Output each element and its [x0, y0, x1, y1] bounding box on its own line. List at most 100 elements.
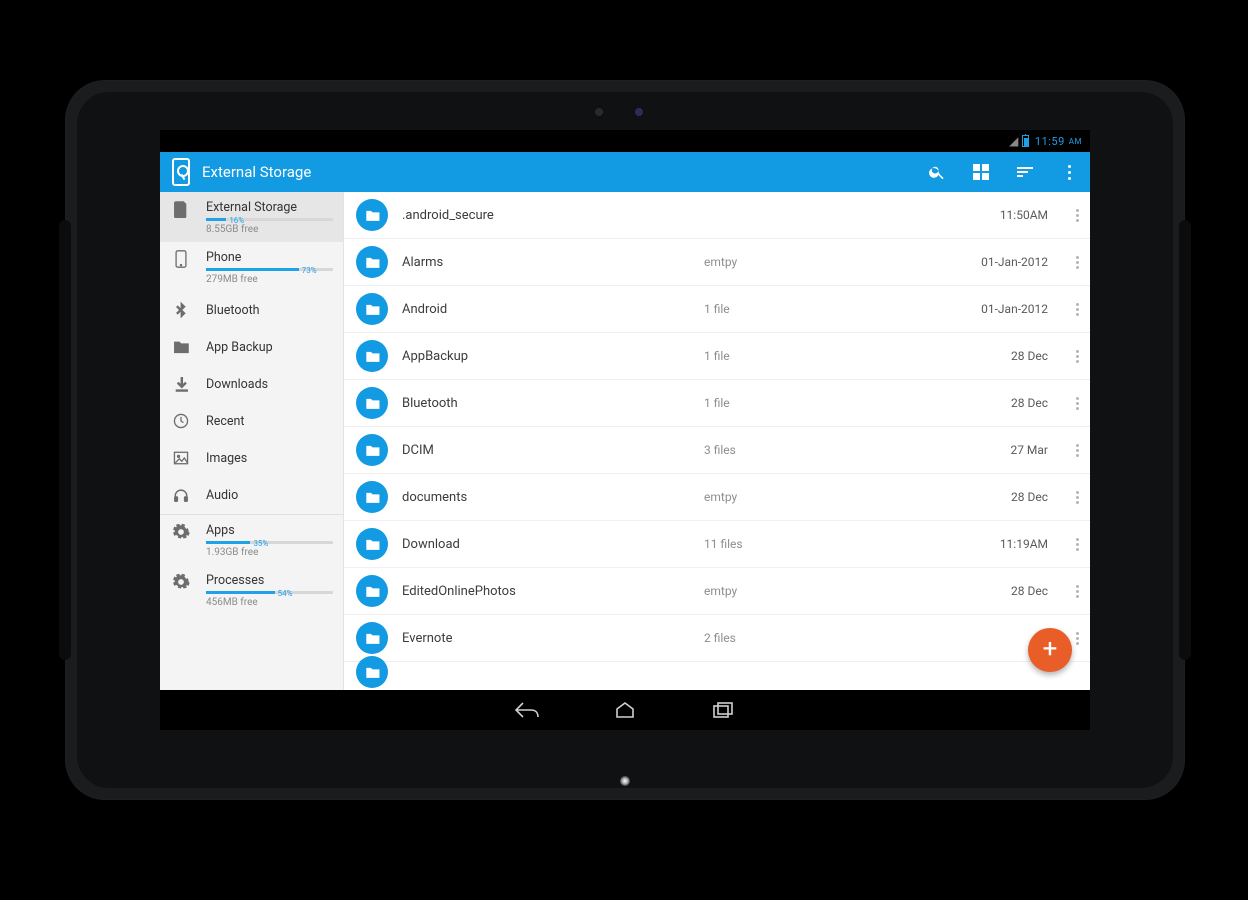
folder-solid-icon [170, 338, 192, 356]
status-time: 11:59 [1035, 135, 1065, 148]
headphones-icon [170, 486, 192, 504]
file-date: 28 Dec [878, 396, 1050, 410]
sidebar-item-apps[interactable]: Apps 35% 1.93GB free [160, 515, 343, 565]
file-name: Bluetooth [402, 396, 690, 411]
file-row[interactable]: EditedOnlinePhotosemtpy28 Dec [344, 568, 1090, 615]
row-overflow-button[interactable] [1064, 491, 1090, 504]
row-overflow-button[interactable] [1064, 209, 1090, 222]
file-name: Android [402, 302, 690, 317]
storage-progress: 35% [206, 541, 333, 544]
sidebar-item-downloads[interactable]: Downloads [160, 366, 343, 403]
app-bar: External Storage [160, 152, 1090, 192]
file-date: 11:19AM [878, 537, 1050, 551]
sidebar-item-processes[interactable]: Processes 54% 456MB free [160, 565, 343, 615]
folder-icon [356, 622, 388, 654]
sidebar-item-sub: 456MB free [206, 597, 333, 608]
file-name: AppBackup [402, 349, 690, 364]
camera-icon [635, 108, 643, 116]
file-count: 3 files [704, 443, 864, 457]
file-count: emtpy [704, 584, 864, 598]
storage-progress: 73% [206, 268, 333, 271]
folder-icon [356, 575, 388, 607]
bluetooth-icon [170, 301, 192, 319]
file-list[interactable]: .android_secure 11:50AM Alarmsemtpy01-Jan-… [344, 192, 1090, 730]
file-row[interactable]: Evernote2 files [344, 615, 1090, 662]
row-overflow-button[interactable] [1064, 256, 1090, 269]
gear-icon [170, 523, 192, 541]
status-ampm: AM [1069, 137, 1082, 146]
folder-icon [356, 656, 388, 688]
row-overflow-button[interactable] [1064, 444, 1090, 457]
file-row[interactable]: Alarmsemtpy01-Jan-2012 [344, 239, 1090, 286]
nav-recents-button[interactable] [709, 700, 737, 720]
app-logo-icon [172, 158, 190, 186]
folder-icon [356, 199, 388, 231]
sort-icon [1017, 167, 1033, 177]
folder-icon [356, 387, 388, 419]
recents-icon [712, 701, 734, 719]
sidebar-item-label: External Storage [206, 200, 333, 215]
back-icon [514, 701, 540, 719]
row-overflow-button[interactable] [1064, 303, 1090, 316]
search-button[interactable] [920, 152, 954, 192]
signal-icon: ◢ [1009, 134, 1019, 148]
nav-back-button[interactable] [513, 700, 541, 720]
tablet-frame: ◢ 11:59 AM External Storage External S [65, 80, 1185, 800]
file-name: .android_secure [402, 208, 690, 223]
file-row[interactable]: Android 1 file 01-Jan-2012 [344, 286, 1090, 333]
file-row[interactable]: documentsemtpy28 Dec [344, 474, 1090, 521]
sidebar-item-images[interactable]: Images [160, 440, 343, 477]
overflow-button[interactable] [1052, 152, 1086, 192]
sidebar-item-app-backup[interactable]: App Backup [160, 329, 343, 366]
nav-home-button[interactable] [611, 700, 639, 720]
file-date: 01-Jan-2012 [878, 302, 1050, 316]
file-row[interactable]: DCIM3 files27 Mar [344, 427, 1090, 474]
sensor-icon [595, 108, 603, 116]
file-date: 28 Dec [878, 584, 1050, 598]
folder-icon [356, 246, 388, 278]
file-date: 27 Mar [878, 443, 1050, 457]
sidebar-item-label: Recent [206, 414, 333, 429]
file-date: 28 Dec [878, 349, 1050, 363]
file-count: 2 files [704, 631, 864, 645]
file-count: 1 file [704, 396, 864, 410]
file-row[interactable]: .android_secure 11:50AM [344, 192, 1090, 239]
sidebar-item-label: Processes [206, 573, 333, 588]
storage-progress: 54% [206, 591, 333, 594]
file-row[interactable]: AppBackup1 file28 Dec [344, 333, 1090, 380]
sidebar-item-external-storage[interactable]: External Storage16%8.55GB free [160, 192, 343, 242]
file-count: 1 file [704, 302, 864, 316]
sidebar-item-label: Bluetooth [206, 303, 333, 318]
fab-add-button[interactable]: + [1028, 628, 1072, 672]
battery-icon [1022, 135, 1029, 147]
sort-button[interactable] [1008, 152, 1042, 192]
file-date: 28 Dec [878, 490, 1050, 504]
row-overflow-button[interactable] [1064, 397, 1090, 410]
sidebar-item-sub: 8.55GB free [206, 224, 333, 235]
sidebar-item-label: Audio [206, 488, 333, 503]
sidebar: External Storage16%8.55GB freePhone73%27… [160, 192, 344, 730]
file-row[interactable] [344, 662, 1090, 676]
sidebar-item-label: App Backup [206, 340, 333, 355]
view-grid-button[interactable] [964, 152, 998, 192]
sidebar-item-label: Images [206, 451, 333, 466]
screen: ◢ 11:59 AM External Storage External S [160, 130, 1090, 730]
file-date: 11:50AM [878, 208, 1050, 222]
sidebar-item-sub: 1.93GB free [206, 547, 333, 558]
file-row[interactable]: Download11 files11:19AM [344, 521, 1090, 568]
sidebar-item-recent[interactable]: Recent [160, 403, 343, 440]
sidebar-item-audio[interactable]: Audio [160, 477, 343, 514]
sidebar-item-label: Apps [206, 523, 333, 538]
row-overflow-button[interactable] [1064, 350, 1090, 363]
folder-icon [356, 481, 388, 513]
folder-icon [356, 528, 388, 560]
file-row[interactable]: Bluetooth 1 file 28 Dec [344, 380, 1090, 427]
sidebar-item-label: Phone [206, 250, 333, 265]
sidebar-item-bluetooth[interactable]: Bluetooth [160, 292, 343, 329]
folder-icon [356, 434, 388, 466]
row-overflow-button[interactable] [1064, 585, 1090, 598]
row-overflow-button[interactable] [1064, 538, 1090, 551]
sidebar-item-phone[interactable]: Phone73%279MB free [160, 242, 343, 292]
home-icon [613, 701, 637, 719]
file-date: 01-Jan-2012 [878, 255, 1050, 269]
